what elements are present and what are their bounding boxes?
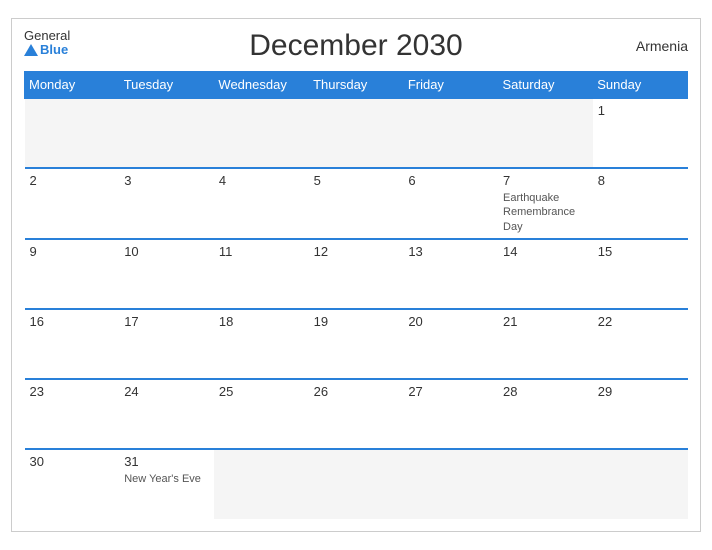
event-text: New Year's Eve — [124, 472, 209, 486]
calendar-cell: 5 — [309, 168, 404, 239]
calendar-cell: 18 — [214, 309, 309, 379]
calendar-cell: 7 Earthquake Remembrance Day — [498, 168, 593, 239]
calendar-cell: 3 — [119, 168, 214, 239]
calendar-cell — [498, 98, 593, 168]
day-number: 15 — [598, 244, 683, 259]
day-number: 29 — [598, 384, 683, 399]
calendar-cell — [309, 449, 404, 519]
day-number: 20 — [408, 314, 493, 329]
calendar-cell — [403, 449, 498, 519]
header-saturday: Saturday — [498, 72, 593, 99]
header-wednesday: Wednesday — [214, 72, 309, 99]
calendar-cell: 23 — [25, 379, 120, 449]
country-label: Armenia — [636, 38, 688, 54]
calendar-cell: 17 — [119, 309, 214, 379]
calendar-table: Monday Tuesday Wednesday Thursday Friday… — [24, 71, 688, 519]
day-number: 9 — [30, 244, 115, 259]
calendar-cell — [25, 98, 120, 168]
calendar-cell: 24 — [119, 379, 214, 449]
calendar-row-1: 1 — [25, 98, 688, 168]
day-number: 14 — [503, 244, 588, 259]
calendar-cell: 4 — [214, 168, 309, 239]
calendar-cell: 15 — [593, 239, 688, 309]
day-number: 18 — [219, 314, 304, 329]
weekday-header-row: Monday Tuesday Wednesday Thursday Friday… — [25, 72, 688, 99]
calendar-row-3: 9 10 11 12 13 14 15 — [25, 239, 688, 309]
day-number: 3 — [124, 173, 209, 188]
day-number: 26 — [314, 384, 399, 399]
day-number: 5 — [314, 173, 399, 188]
calendar-cell: 12 — [309, 239, 404, 309]
day-number: 16 — [30, 314, 115, 329]
day-number: 6 — [408, 173, 493, 188]
day-number: 4 — [219, 173, 304, 188]
calendar-cell: 1 — [593, 98, 688, 168]
calendar-cell: 19 — [309, 309, 404, 379]
logo-general-text: General — [24, 29, 70, 43]
calendar-row-2: 234567 Earthquake Remembrance Day 8 — [25, 168, 688, 239]
day-number: 10 — [124, 244, 209, 259]
calendar-cell: 30 — [25, 449, 120, 519]
day-number: 22 — [598, 314, 683, 329]
calendar-cell: 22 — [593, 309, 688, 379]
header-sunday: Sunday — [593, 72, 688, 99]
day-number: 23 — [30, 384, 115, 399]
calendar-cell — [214, 98, 309, 168]
day-number: 31 — [124, 454, 209, 469]
month-title: December 2030 — [249, 29, 462, 63]
calendar-cell: 31 New Year's Eve — [119, 449, 214, 519]
calendar-cell — [119, 98, 214, 168]
header-friday: Friday — [403, 72, 498, 99]
day-number: 7 — [503, 173, 588, 188]
calendar-cell — [498, 449, 593, 519]
calendar-row-5: 23 24 25 26 27 28 29 — [25, 379, 688, 449]
logo: General Blue — [24, 29, 70, 58]
day-number: 21 — [503, 314, 588, 329]
calendar-cell: 28 — [498, 379, 593, 449]
calendar-row-6: 30 31 New Year's Eve — [25, 449, 688, 519]
calendar-container: General Blue December 2030 Armenia Monda… — [11, 18, 701, 532]
header-tuesday: Tuesday — [119, 72, 214, 99]
day-number: 8 — [598, 173, 683, 188]
header-thursday: Thursday — [309, 72, 404, 99]
calendar-cell: 2 — [25, 168, 120, 239]
calendar-cell — [403, 98, 498, 168]
header-monday: Monday — [25, 72, 120, 99]
calendar-cell: 20 — [403, 309, 498, 379]
calendar-cell: 16 — [25, 309, 120, 379]
calendar-cell — [214, 449, 309, 519]
day-number: 19 — [314, 314, 399, 329]
day-number: 25 — [219, 384, 304, 399]
day-number: 27 — [408, 384, 493, 399]
calendar-cell: 27 — [403, 379, 498, 449]
day-number: 13 — [408, 244, 493, 259]
day-number: 12 — [314, 244, 399, 259]
calendar-cell: 8 — [593, 168, 688, 239]
calendar-cell: 29 — [593, 379, 688, 449]
event-text: Earthquake Remembrance Day — [503, 191, 588, 234]
calendar-cell: 11 — [214, 239, 309, 309]
calendar-cell: 6 — [403, 168, 498, 239]
calendar-cell: 14 — [498, 239, 593, 309]
calendar-cell: 25 — [214, 379, 309, 449]
calendar-cell — [309, 98, 404, 168]
calendar-header: General Blue December 2030 Armenia — [24, 29, 688, 63]
calendar-cell: 13 — [403, 239, 498, 309]
day-number: 1 — [598, 103, 683, 118]
day-number: 30 — [30, 454, 115, 469]
calendar-cell — [593, 449, 688, 519]
calendar-cell: 10 — [119, 239, 214, 309]
calendar-cell: 21 — [498, 309, 593, 379]
day-number: 28 — [503, 384, 588, 399]
calendar-cell: 26 — [309, 379, 404, 449]
day-number: 11 — [219, 244, 304, 259]
calendar-cell: 9 — [25, 239, 120, 309]
day-number: 2 — [30, 173, 115, 188]
logo-blue-text: Blue — [24, 43, 70, 57]
day-number: 24 — [124, 384, 209, 399]
logo-triangle-icon — [24, 44, 38, 56]
day-number: 17 — [124, 314, 209, 329]
calendar-row-4: 16 17 18 19 20 21 22 — [25, 309, 688, 379]
